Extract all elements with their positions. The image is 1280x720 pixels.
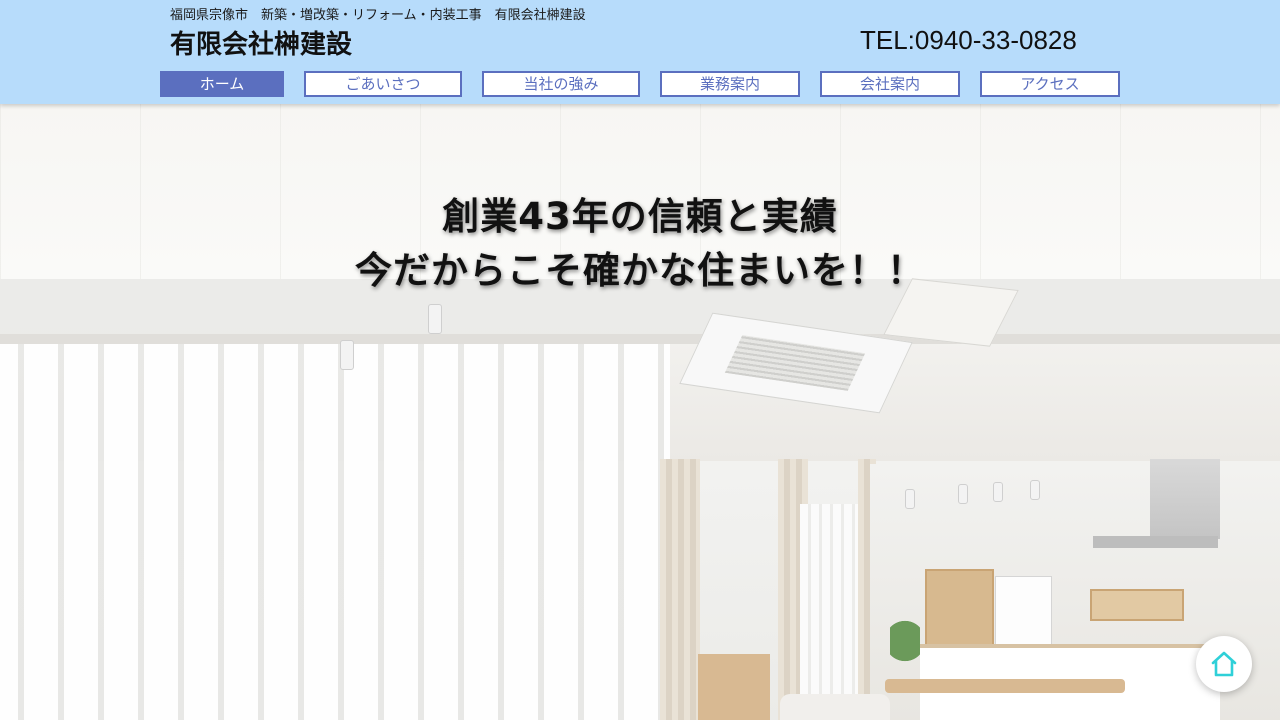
- nav-item-company[interactable]: 会社案内: [820, 71, 960, 97]
- hero-section: 創業43年の信頼と実績 今だからこそ確かな住まいを！！: [0, 104, 1280, 720]
- hero-headline-line2: 今だからこそ確かな住まいを！！: [355, 249, 925, 292]
- nav-item-greeting[interactable]: ごあいさつ: [304, 71, 462, 97]
- home-icon: [1211, 651, 1237, 677]
- hero-headline: 創業43年の信頼と実績 今だからこそ確かな住まいを！！: [0, 190, 1280, 298]
- back-to-home-button[interactable]: [1196, 636, 1252, 692]
- nav-item-strengths[interactable]: 当社の強み: [482, 71, 640, 97]
- hero-headline-line1: 創業43年の信頼と実績: [442, 195, 838, 238]
- nav-item-home[interactable]: ホーム: [160, 71, 284, 97]
- main-nav: ホーム ごあいさつ 当社の強み 業務案内 会社案内 アクセス: [0, 0, 1280, 104]
- site-header: 福岡県宗像市 新築・増改築・リフォーム・内装工事 有限会社榊建設 有限会社榊建設…: [0, 0, 1280, 104]
- nav-item-services[interactable]: 業務案内: [660, 71, 800, 97]
- nav-item-access[interactable]: アクセス: [980, 71, 1120, 97]
